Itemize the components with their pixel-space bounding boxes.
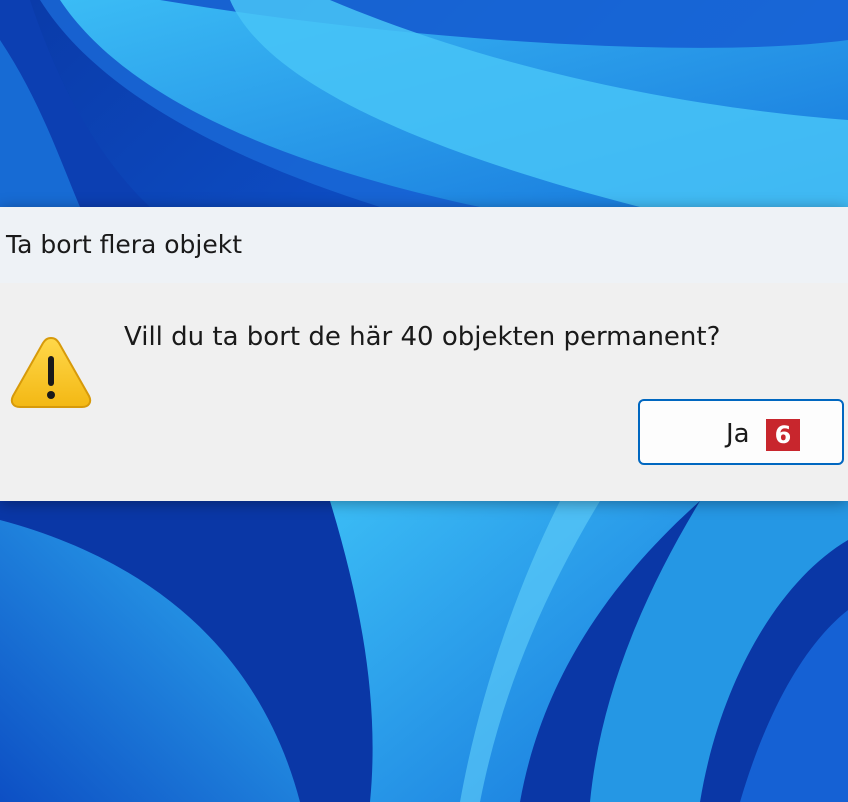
dialog-body: Vill du ta bort de här 40 objekten perma… bbox=[0, 283, 848, 501]
step-number-badge: 6 bbox=[766, 419, 800, 451]
delete-confirmation-dialog: Ta bort flera objekt Vill du ta bort de … bbox=[0, 207, 848, 501]
yes-button[interactable]: Ja 6 bbox=[638, 399, 844, 465]
dialog-titlebar[interactable]: Ta bort flera objekt bbox=[0, 207, 848, 283]
yes-button-label: Ja bbox=[726, 419, 750, 449]
dialog-message: Vill du ta bort de här 40 objekten perma… bbox=[124, 322, 721, 352]
dialog-title: Ta bort flera objekt bbox=[6, 230, 243, 259]
warning-icon bbox=[10, 336, 92, 408]
